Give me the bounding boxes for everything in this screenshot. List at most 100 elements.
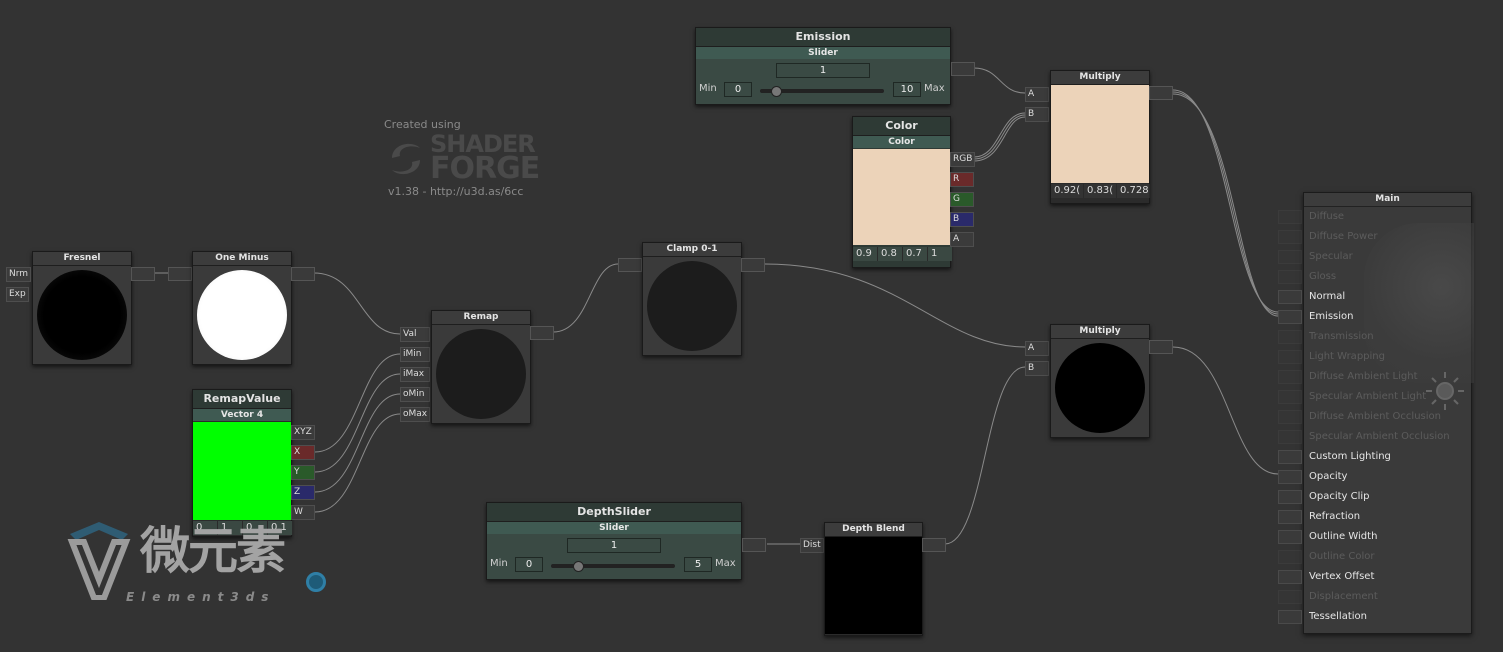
vector-output-xyz[interactable]: XYZ: [291, 425, 315, 440]
vector-output-z[interactable]: Z: [291, 485, 315, 500]
main-input-port[interactable]: [1278, 290, 1302, 304]
clamp-node[interactable]: Clamp 0-1: [642, 242, 742, 356]
main-input-port[interactable]: [1278, 530, 1302, 544]
multiply2-output[interactable]: [1149, 340, 1173, 354]
wire-oneminus-remap-val: [313, 272, 401, 335]
node-preview: [33, 266, 131, 364]
main-input-port[interactable]: [1278, 470, 1302, 484]
depth-slider-node[interactable]: DepthSlider Slider 1 Min 0 5 Max: [486, 502, 742, 580]
emission-max-field[interactable]: 10: [893, 82, 921, 97]
node-title: One Minus: [193, 252, 291, 266]
main-input-port[interactable]: [1278, 390, 1302, 404]
depth-min-field[interactable]: 0: [515, 557, 543, 572]
value-g[interactable]: 0.8: [878, 247, 903, 261]
multiply2-input-a[interactable]: A: [1025, 341, 1049, 356]
main-input-port[interactable]: [1278, 550, 1302, 564]
oneminus-output[interactable]: [291, 267, 315, 281]
color-swatch[interactable]: [853, 149, 950, 245]
main-output-node[interactable]: Main Diffuse Diffuse Power Specular Gloss No…: [1303, 192, 1474, 634]
depthblend-input-dist[interactable]: Dist: [800, 538, 824, 553]
value-a[interactable]: 1: [928, 247, 953, 261]
multiply2-input-b[interactable]: B: [1025, 361, 1049, 376]
fresnel-input-exp[interactable]: Exp: [6, 287, 29, 302]
main-input-port[interactable]: [1278, 570, 1302, 584]
main-input-label: Specular: [1309, 251, 1353, 262]
main-input-port[interactable]: [1278, 610, 1302, 624]
node-canvas[interactable]: Created using SHADER FORGE v1.38 - http:…: [0, 0, 1503, 652]
node-preview: [643, 257, 741, 355]
multiply1-input-a[interactable]: A: [1025, 87, 1049, 102]
multiply1-output[interactable]: [1149, 86, 1173, 100]
emission-output[interactable]: [951, 62, 975, 76]
value-r[interactable]: 0.9: [853, 247, 878, 261]
main-input-port[interactable]: [1278, 410, 1302, 424]
remap-input-val[interactable]: Val: [400, 327, 430, 342]
main-input-label: Vertex Offset: [1309, 571, 1375, 582]
watermark-chinese: 微元素: [140, 522, 286, 580]
one-minus-node[interactable]: One Minus: [192, 251, 292, 365]
remap-node[interactable]: Remap: [431, 310, 531, 424]
main-input-port[interactable]: [1278, 270, 1302, 284]
remap-input-imax[interactable]: iMax: [400, 367, 430, 382]
color-values[interactable]: 0.9 0.8 0.7 1: [853, 247, 953, 261]
color-output-b[interactable]: B: [950, 212, 974, 227]
remapvalue-node[interactable]: RemapValue Vector 4 0 1 0 0.1: [192, 389, 293, 537]
vector-preview: [193, 422, 291, 520]
clamp-output[interactable]: [741, 258, 765, 272]
main-input-label: Outline Width: [1309, 531, 1378, 542]
remap-input-omin[interactable]: oMin: [400, 387, 430, 402]
color-node[interactable]: Color Color 0.9 0.8 0.7 1: [852, 116, 953, 268]
vector-output-y[interactable]: Y: [291, 465, 315, 480]
emission-slider-node[interactable]: Emission Slider 1 Min 0 10 Max: [695, 27, 951, 105]
fresnel-output[interactable]: [131, 267, 155, 281]
remap-output[interactable]: [530, 326, 554, 340]
watermark-english: Element3ds: [126, 590, 276, 604]
main-input-port[interactable]: [1278, 330, 1302, 344]
main-input-port[interactable]: [1278, 230, 1302, 244]
depthslider-output[interactable]: [742, 538, 766, 552]
clamp-input[interactable]: [618, 258, 642, 272]
main-input-label: Custom Lighting: [1309, 451, 1391, 462]
emission-value-field[interactable]: 1: [776, 63, 870, 78]
depth-slider-track[interactable]: [551, 564, 675, 568]
fresnel-input-nrm[interactable]: Nrm: [6, 267, 32, 282]
main-input-port[interactable]: [1278, 370, 1302, 384]
vector-output-w[interactable]: W: [291, 505, 315, 520]
multiply1-input-b[interactable]: B: [1025, 107, 1049, 122]
node-title: RemapValue: [193, 390, 291, 409]
remap-input-imin[interactable]: iMin: [400, 347, 430, 362]
main-input-label: Specular Ambient Occlusion: [1309, 431, 1450, 442]
fresnel-node[interactable]: Fresnel: [32, 251, 132, 365]
color-output-rgb[interactable]: RGB: [950, 152, 976, 167]
color-output-g[interactable]: G: [950, 192, 974, 207]
multiply1-node[interactable]: Multiply 0.92( 0.83( 0.728: [1050, 70, 1150, 204]
depth-blend-node[interactable]: Depth Blend: [824, 522, 923, 636]
main-node-title: Main: [1304, 193, 1471, 207]
emission-min-field[interactable]: 0: [724, 82, 752, 97]
color-output-a[interactable]: A: [950, 232, 974, 247]
main-input-label: Diffuse Power: [1309, 231, 1378, 242]
depth-slider-knob[interactable]: [573, 561, 584, 572]
main-input-port[interactable]: [1278, 450, 1302, 464]
vector-output-x[interactable]: X: [291, 445, 315, 460]
depth-max-field[interactable]: 5: [684, 557, 712, 572]
emission-slider-knob[interactable]: [771, 86, 782, 97]
remap-input-omax[interactable]: oMax: [400, 407, 430, 422]
main-input-port[interactable]: [1278, 210, 1302, 224]
main-input-port[interactable]: [1278, 310, 1302, 324]
color-output-r[interactable]: R: [950, 172, 974, 187]
main-input-port[interactable]: [1278, 490, 1302, 504]
main-input-label: Opacity: [1309, 471, 1348, 482]
depthblend-output[interactable]: [922, 538, 946, 552]
max-label: Max: [715, 558, 736, 569]
main-input-port[interactable]: [1278, 510, 1302, 524]
main-input-port[interactable]: [1278, 590, 1302, 604]
oneminus-input[interactable]: [168, 267, 192, 281]
main-input-port[interactable]: [1278, 430, 1302, 444]
value-b[interactable]: 0.7: [903, 247, 928, 261]
main-input-label: Specular Ambient Light: [1309, 391, 1427, 402]
main-input-port[interactable]: [1278, 350, 1302, 364]
main-input-port[interactable]: [1278, 250, 1302, 264]
depth-value-field[interactable]: 1: [567, 538, 661, 553]
multiply2-node[interactable]: Multiply: [1050, 324, 1150, 438]
